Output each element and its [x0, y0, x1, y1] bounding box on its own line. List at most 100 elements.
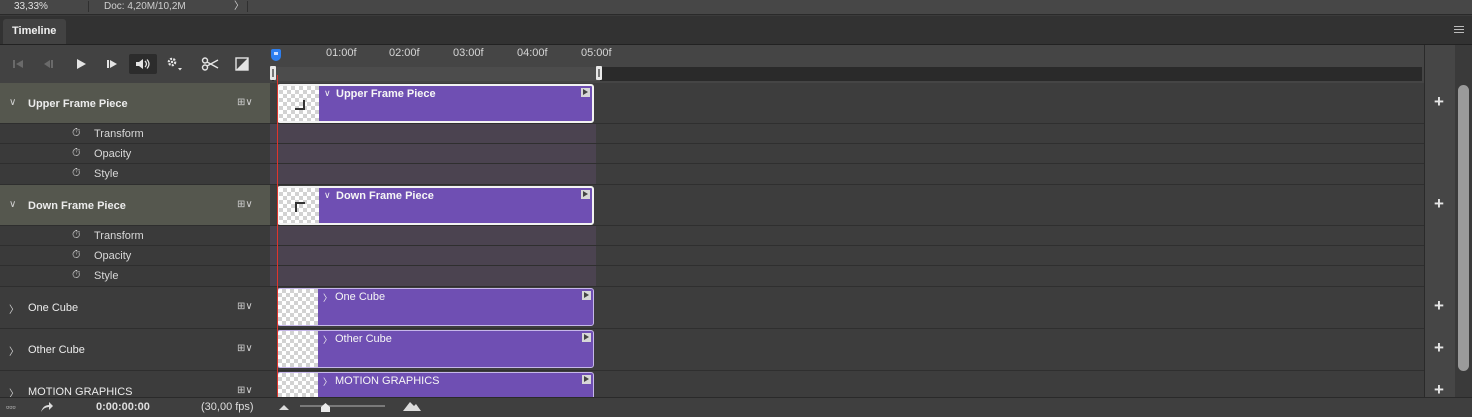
clip-chevron-icon[interactable]: 〉 — [323, 333, 332, 346]
playhead-handle[interactable] — [271, 49, 281, 61]
expand-chevron-icon[interactable]: 〉 — [9, 301, 19, 316]
film-strip-icon[interactable]: ⊞∨ — [237, 199, 253, 210]
expand-chevron-icon[interactable]: 〉 — [9, 385, 19, 397]
property-name: Opacity — [94, 148, 132, 160]
playhead-line[interactable] — [277, 75, 278, 397]
convert-frame-animation-icon[interactable] — [40, 401, 54, 413]
layer-name: MOTION GRAPHICS — [28, 386, 133, 397]
ruler-tick-label: 03:00f — [453, 47, 484, 59]
play-icon — [77, 59, 86, 69]
mute-audio-button[interactable] — [129, 54, 157, 74]
ruler-tick-label: 04:00f — [517, 47, 548, 59]
layer-name: Upper Frame Piece — [28, 98, 128, 110]
layer-row-other-cube[interactable]: 〉 Other Cube ⊞∨ — [0, 329, 270, 371]
clip-transition-icon[interactable] — [581, 88, 590, 97]
clip-transition-icon[interactable] — [582, 333, 591, 342]
transition-button[interactable] — [230, 54, 254, 74]
clip-chevron-icon[interactable]: ∨ — [324, 190, 331, 201]
clip-one-cube[interactable]: 〉 One Cube — [277, 288, 594, 326]
ruler-tick-label: 02:00f — [389, 47, 420, 59]
clip-motion-graphics[interactable]: 〉 MOTION GRAPHICS — [277, 372, 594, 397]
property-track-empty — [596, 124, 1424, 144]
clip-upper-frame-piece[interactable]: ∨ Upper Frame Piece — [277, 84, 594, 123]
clip-name: Upper Frame Piece — [336, 88, 436, 100]
property-track-empty — [596, 266, 1424, 287]
layer-row-upper-frame-piece[interactable]: ∨ Upper Frame Piece ⊞∨ — [0, 83, 270, 124]
collapse-chevron-icon[interactable]: ∨ — [9, 97, 16, 108]
layer-name: One Cube — [28, 302, 79, 314]
go-to-next-frame-button[interactable] — [100, 54, 124, 74]
gear-icon — [167, 57, 182, 71]
property-row-opacity[interactable]: ⏱ Opacity — [0, 144, 270, 164]
property-row-opacity[interactable]: ⏱ Opacity — [0, 246, 270, 266]
property-row-transform[interactable]: ⏱ Transform — [0, 226, 270, 246]
stopwatch-icon[interactable]: ⏱ — [72, 127, 81, 140]
clip-transition-icon[interactable] — [582, 291, 591, 300]
film-strip-icon[interactable]: ⊞∨ — [237, 301, 253, 312]
property-track — [270, 144, 596, 164]
previous-frame-icon — [44, 60, 53, 68]
panel-header: Timeline — [0, 16, 1472, 45]
clip-other-cube[interactable]: 〉 Other Cube — [277, 330, 594, 368]
scrollbar-thumb[interactable] — [1458, 85, 1469, 371]
stopwatch-icon[interactable]: ⏱ — [72, 147, 81, 160]
clip-chevron-icon[interactable]: 〉 — [323, 291, 332, 304]
render-video-icon[interactable]: ▫▫▫ — [6, 402, 16, 412]
stopwatch-icon[interactable]: ⏱ — [72, 269, 81, 282]
play-button[interactable] — [69, 54, 93, 74]
go-to-previous-frame-button[interactable] — [36, 54, 60, 74]
clip-transition-icon[interactable] — [581, 190, 590, 199]
property-row-style[interactable]: ⏱ Style — [0, 164, 270, 185]
panel-menu-icon[interactable] — [1454, 26, 1464, 35]
zoom-out-mountain-icon[interactable] — [279, 404, 289, 410]
vertical-scrollbar[interactable] — [1455, 45, 1472, 397]
collapse-chevron-icon[interactable]: ∨ — [9, 199, 16, 210]
layer-row-down-frame-piece[interactable]: ∨ Down Frame Piece ⊞∨ — [0, 185, 270, 226]
timeline-bottom-bar: ▫▫▫ 0:00:00:00 (30,00 fps) — [0, 397, 1472, 417]
layer-row-one-cube[interactable]: 〉 One Cube ⊞∨ — [0, 287, 270, 329]
zoom-level[interactable]: 33,33% — [14, 0, 48, 13]
stopwatch-icon[interactable]: ⏱ — [72, 229, 81, 242]
stopwatch-icon[interactable]: ⏱ — [72, 249, 81, 262]
property-row-style[interactable]: ⏱ Style — [0, 266, 270, 287]
status-divider — [247, 1, 248, 12]
expand-chevron-icon[interactable]: 〉 — [9, 343, 19, 358]
clip-name: One Cube — [335, 291, 386, 303]
work-area-start-handle[interactable] — [270, 66, 276, 80]
work-area-end-handle[interactable] — [596, 66, 602, 80]
status-menu-chevron-icon[interactable]: 〉 — [234, 0, 244, 13]
add-media-button[interactable]: + — [1425, 296, 1453, 316]
settings-button[interactable] — [162, 54, 186, 74]
property-row-transform[interactable]: ⏱ Transform — [0, 124, 270, 144]
add-media-button[interactable]: + — [1425, 338, 1453, 358]
film-strip-icon[interactable]: ⊞∨ — [237, 343, 253, 354]
property-track — [270, 266, 596, 287]
zoom-in-mountain-icon[interactable] — [403, 400, 421, 411]
layer-row-motion-graphics[interactable]: 〉 MOTION GRAPHICS ⊞∨ — [0, 371, 270, 397]
time-ruler[interactable]: 01:00f 02:00f 03:00f 04:00f 05:00f — [270, 45, 1424, 83]
add-media-button[interactable]: + — [1425, 194, 1453, 214]
clip-name: Down Frame Piece — [336, 190, 434, 202]
tab-timeline[interactable]: Timeline — [3, 19, 66, 44]
property-track-empty — [596, 144, 1424, 164]
go-to-first-frame-button[interactable] — [6, 54, 30, 74]
clip-down-frame-piece[interactable]: ∨ Down Frame Piece — [277, 186, 594, 225]
clip-chevron-icon[interactable]: ∨ — [324, 88, 331, 99]
property-track-empty — [596, 246, 1424, 266]
layer-name: Down Frame Piece — [28, 200, 126, 212]
work-area-range[interactable] — [274, 67, 600, 81]
clip-transition-icon[interactable] — [582, 375, 591, 384]
add-media-button[interactable]: + — [1425, 92, 1453, 112]
split-at-playhead-button[interactable] — [198, 54, 222, 74]
clip-chevron-icon[interactable]: 〉 — [323, 375, 332, 388]
ruler-tick-label: 05:00f — [581, 47, 612, 59]
status-divider — [88, 1, 89, 12]
stopwatch-icon[interactable]: ⏱ — [72, 167, 81, 180]
film-strip-icon[interactable]: ⊞∨ — [237, 97, 253, 108]
current-timecode[interactable]: 0:00:00:00 — [96, 401, 150, 413]
zoom-slider-track[interactable] — [300, 405, 385, 407]
timeline-tracks: ∨ Upper Frame Piece ∨ Down Frame Piece 〉… — [270, 83, 1424, 397]
layer-name: Other Cube — [28, 344, 85, 356]
film-strip-icon[interactable]: ⊞∨ — [237, 385, 253, 396]
document-size: Doc: 4,20M/10,2M — [104, 1, 186, 12]
